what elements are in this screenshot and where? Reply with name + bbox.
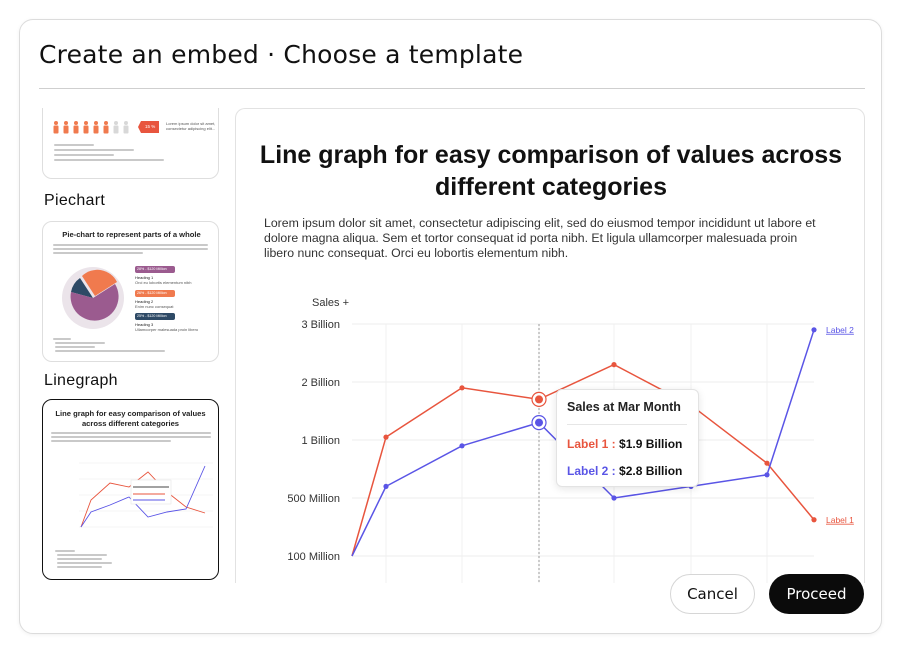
data-point	[535, 418, 543, 427]
tooltip-value-2: $2.8 Billion	[619, 464, 683, 478]
y-tick-label: 500 Million	[287, 493, 340, 505]
rail-label-piechart: Piechart	[44, 192, 106, 209]
data-point	[535, 395, 543, 404]
line-chart: 3 Billion 2 Billion 1 Billion 500 Million 10…	[287, 297, 854, 583]
tooltip-value-1: $1.9 Billion	[619, 437, 683, 451]
template-thumb-piechart[interactable]: Pie-chart to represent parts of a whole …	[42, 221, 219, 362]
line-thumb-chart	[79, 462, 213, 528]
data-point	[811, 327, 817, 333]
y-tick-label: 3 Billion	[301, 319, 340, 331]
pie-legend-text-3: Ullamcorper malesuada proin libero	[135, 327, 199, 332]
tooltip-label-1: Label 1 :	[567, 437, 616, 451]
data-point	[611, 495, 617, 501]
y-tick-label: 1 Billion	[301, 435, 340, 447]
data-point	[764, 472, 770, 478]
tooltip-row-2: Label 2 : $2.8 Billion	[567, 464, 682, 478]
data-point	[459, 385, 465, 391]
y-tick-label: 100 Million	[287, 551, 340, 563]
pie-legend-chip-2: 26% - $120 Million	[137, 291, 167, 295]
pie-legend-chip-3: 25% - $120 Million	[137, 314, 167, 318]
template-rail[interactable]: 15 % Lorem ipsum dolor sit amet, consect…	[42, 108, 224, 583]
infographic-thumb-text: Lorem ipsum dolor sit amet, consectetur …	[166, 121, 216, 131]
pie-legend-text-2: Enim nunc consequat	[135, 304, 174, 309]
data-point	[383, 483, 389, 489]
tooltip-divider	[567, 424, 687, 425]
pie-legend-text-1: Orci eu lobortis elementum nibh	[135, 280, 192, 285]
embed-dialog: Create an embed · Choose a template 15 %…	[19, 19, 882, 634]
cancel-button[interactable]: Cancel	[670, 574, 755, 614]
chart-tooltip: Sales at Mar Month Label 1 : $1.9 Billio…	[556, 389, 699, 487]
series-end-label: Label 1	[826, 515, 854, 525]
proceed-button[interactable]: Proceed	[769, 574, 864, 614]
title-divider	[39, 88, 865, 89]
template-preview: Line graph for easy comparison of values…	[235, 108, 865, 583]
template-thumb-infographic[interactable]: 15 % Lorem ipsum dolor sit amet, consect…	[42, 108, 219, 179]
template-thumb-linegraph[interactable]: Line graph for easy comparison of values…	[42, 399, 219, 580]
y-tick-label: 2 Billion	[301, 377, 340, 389]
data-point	[764, 460, 770, 466]
tooltip-row-1: Label 1 : $1.9 Billion	[567, 437, 682, 451]
series-end-label: Label 2	[826, 325, 854, 335]
pie-legend-chip-1: 28% - $120 Million	[137, 267, 167, 271]
tooltip-label-2: Label 2 :	[567, 464, 616, 478]
dialog-title: Create an embed · Choose a template	[39, 40, 524, 69]
tooltip-heading: Sales at Mar Month	[567, 400, 681, 414]
data-point	[383, 434, 389, 440]
pie-thumb-chart	[62, 266, 175, 329]
badge-text: 15 %	[145, 124, 156, 129]
data-point	[811, 517, 817, 523]
data-point	[611, 362, 617, 368]
data-point	[459, 443, 465, 449]
y-axis-label: Sales +	[312, 297, 349, 309]
rail-label-linegraph: Linegraph	[44, 372, 118, 389]
